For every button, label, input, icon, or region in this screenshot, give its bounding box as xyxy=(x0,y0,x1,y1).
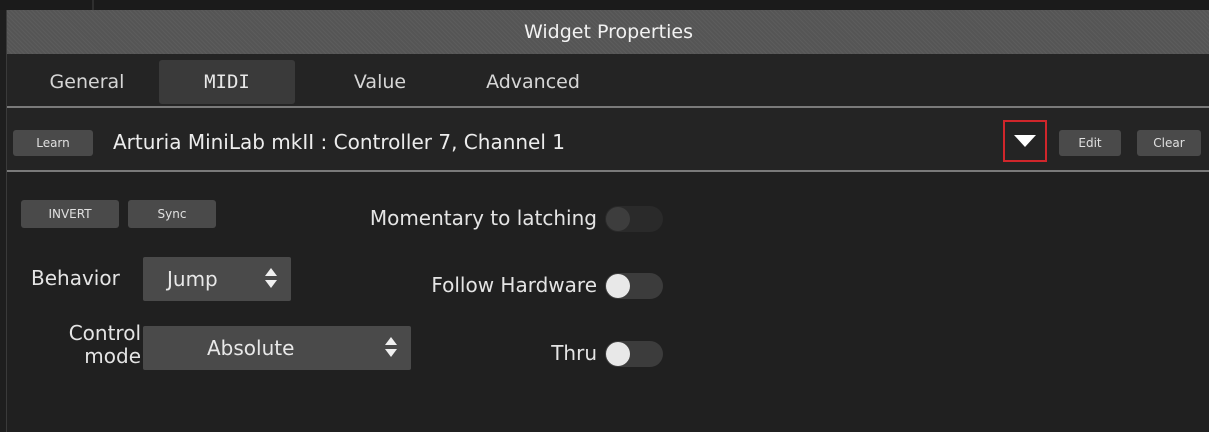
edit-button[interactable]: Edit xyxy=(1059,130,1121,156)
tab-general[interactable]: General xyxy=(37,60,137,104)
toggle-knob xyxy=(606,274,630,298)
triangle-down-icon xyxy=(1014,135,1036,147)
midi-options: INVERT Sync Behavior Jump Control mode A… xyxy=(7,172,1209,432)
mapping-dropdown-button[interactable] xyxy=(1003,120,1047,162)
tab-midi[interactable]: MIDI xyxy=(159,60,295,104)
control-mode-select[interactable]: Absolute xyxy=(143,326,411,370)
momentary-to-latching-toggle[interactable] xyxy=(605,206,663,232)
control-mode-label-line2: mode xyxy=(84,344,141,368)
behavior-value: Jump xyxy=(167,267,218,291)
toggle-knob xyxy=(606,342,630,366)
select-arrows-icon xyxy=(385,337,397,359)
tab-advanced[interactable]: Advanced xyxy=(473,60,593,104)
tab-value[interactable]: Value xyxy=(345,60,415,104)
sync-button[interactable]: Sync xyxy=(128,200,216,228)
toggle-knob xyxy=(606,207,630,231)
top-divider xyxy=(92,0,94,10)
thru-label: Thru xyxy=(551,341,597,365)
clear-button[interactable]: Clear xyxy=(1137,130,1201,156)
momentary-to-latching-label: Momentary to latching xyxy=(369,206,597,230)
select-arrows-icon xyxy=(265,268,277,290)
behavior-select[interactable]: Jump xyxy=(143,257,291,301)
control-mode-label: Control mode xyxy=(31,322,141,368)
follow-hardware-label: Follow Hardware xyxy=(431,273,597,297)
control-mode-label-line1: Control xyxy=(68,321,141,345)
thru-toggle[interactable] xyxy=(605,341,663,367)
midi-mapping-row: Learn Arturia MiniLab mkII : Controller … xyxy=(7,108,1209,172)
behavior-label: Behavior xyxy=(31,266,120,290)
top-strip xyxy=(0,0,1209,10)
panel-title: Widget Properties xyxy=(7,10,1209,54)
learn-button[interactable]: Learn xyxy=(13,130,93,156)
follow-hardware-toggle[interactable] xyxy=(605,273,663,299)
control-mode-value: Absolute xyxy=(207,336,295,360)
tab-bar: General MIDI Value Advanced xyxy=(7,54,1209,114)
widget-properties-panel: Widget Properties General MIDI Value Adv… xyxy=(6,10,1209,432)
invert-button[interactable]: INVERT xyxy=(21,200,119,228)
midi-mapping-label: Arturia MiniLab mkII : Controller 7, Cha… xyxy=(113,130,565,154)
